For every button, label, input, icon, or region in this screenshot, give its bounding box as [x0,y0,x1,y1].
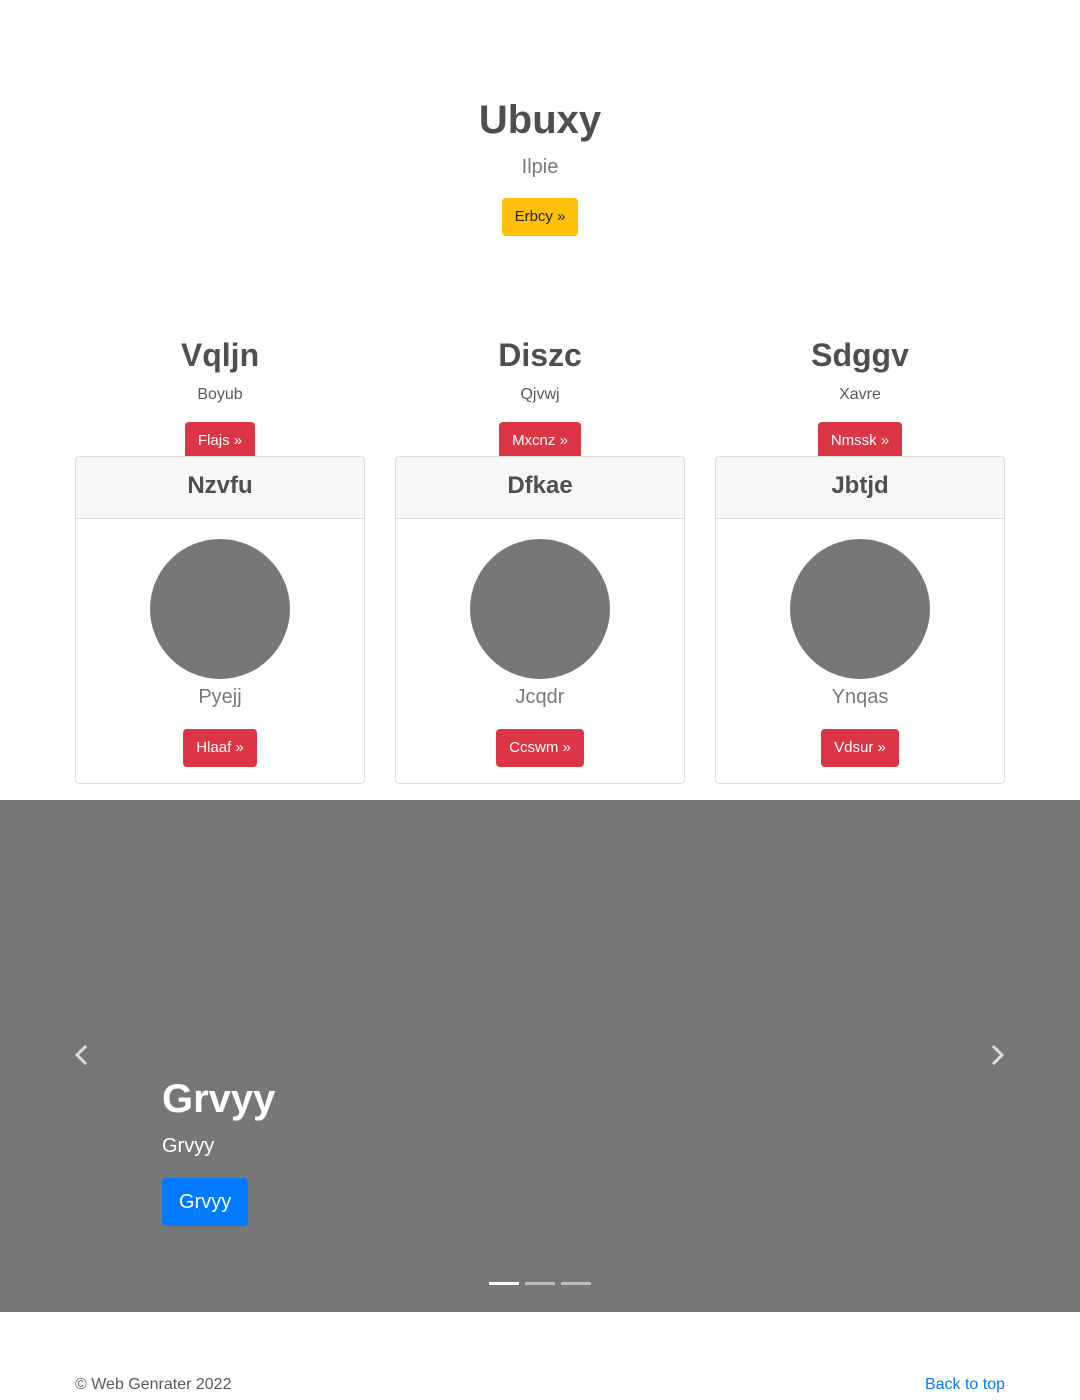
card-text: Jcqdr [515,686,565,708]
feature-button[interactable]: Nmssk » [817,422,903,460]
card-text: Pyejj [198,686,242,708]
carousel-indicator[interactable] [489,1282,519,1285]
carousel-indicator[interactable] [561,1282,591,1285]
chevron-left-icon[interactable] [66,1040,96,1070]
carousel-caption: Grvyy Grvyy Grvyy [162,1074,275,1226]
feature-column: Vqljn Boyub Flajs » [75,330,365,460]
feature-title: Vqljn [180,337,260,373]
carousel: Grvyy Grvyy Grvyy [0,800,1080,1312]
carousel-indicators [489,1282,591,1286]
back-to-top-link[interactable]: Back to top [925,1376,1005,1394]
feature-title: Diszc [498,337,582,373]
card-header: Dfkae [396,457,684,519]
card-button[interactable]: Vdsur » [821,729,899,767]
cards-row: Nzvfu Pyejj Hlaaf » Dfkae Jcqdr Ccswm » … [75,456,1005,784]
card-button[interactable]: Ccswm » [496,729,584,767]
carousel-indicator[interactable] [525,1282,555,1285]
avatar-placeholder [470,539,610,679]
card: Dfkae Jcqdr Ccswm » [395,456,685,784]
feature-column: Diszc Qjvwj Mxcnz » [395,330,685,460]
feature-text: Xavre [839,386,881,403]
card-button[interactable]: Hlaaf » [183,729,257,767]
feature-title: Sdggv [811,337,909,373]
features-row: Vqljn Boyub Flajs » Diszc Qjvwj Mxcnz » … [75,330,1005,460]
avatar-placeholder [150,539,290,679]
avatar-placeholder [790,539,930,679]
feature-button[interactable]: Mxcnz » [499,422,581,460]
card-header: Jbtjd [716,457,1004,519]
feature-button[interactable]: Flajs » [184,422,256,460]
feature-text: Boyub [197,386,243,403]
hero-title: Ubuxy [478,98,602,142]
copyright-text: © Web Genrater 2022 [75,1376,232,1393]
carousel-text: Grvyy [162,1135,215,1157]
chevron-right-icon[interactable] [983,1040,1013,1070]
hero-subtitle: Ilpie [521,156,559,178]
carousel-title: Grvyy [162,1077,276,1121]
card: Jbtjd Ynqas Vdsur » [715,456,1005,784]
card-header: Nzvfu [76,457,364,519]
card: Nzvfu Pyejj Hlaaf » [75,456,365,784]
carousel-button[interactable]: Grvyy [162,1178,249,1226]
footer: © Web Genrater 2022 Back to top [75,1376,1005,1400]
feature-column: Sdggv Xavre Nmssk » [715,330,1005,460]
hero-button[interactable]: Erbcy » [502,198,578,236]
hero-section: Ubuxy Ilpie Erbcy » [0,0,1080,300]
card-text: Ynqas [831,686,889,708]
feature-text: Qjvwj [520,386,560,403]
